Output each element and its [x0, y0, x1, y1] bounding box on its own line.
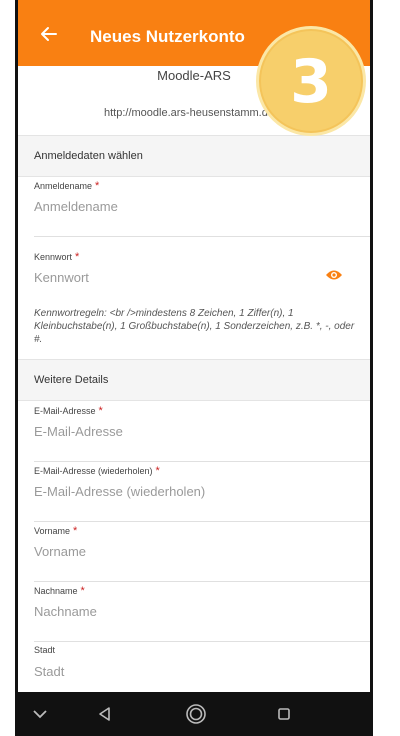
email-repeat-field[interactable]: E-Mail-Adresse (wiederholen) * E-Mail-Adr… [34, 461, 370, 522]
required-marker: * [73, 525, 78, 537]
eye-icon[interactable] [325, 269, 343, 281]
android-nav-bar [18, 692, 370, 736]
lastname-input[interactable]: Nachname [34, 604, 97, 619]
recents-square-icon[interactable] [274, 704, 294, 724]
username-label: Anmeldename * [34, 180, 100, 192]
email-repeat-input[interactable]: E-Mail-Adresse (wiederholen) [34, 484, 205, 499]
back-triangle-icon[interactable] [95, 704, 115, 724]
firstname-field[interactable]: Vorname * Vorname [34, 521, 370, 582]
section-login: Anmeldedaten wählen [18, 135, 370, 177]
left-frame [0, 0, 18, 736]
lastname-field[interactable]: Nachname * Nachname [34, 581, 370, 642]
email-field[interactable]: E-Mail-Adresse * E-Mail-Adresse [34, 401, 370, 462]
required-marker: * [80, 585, 85, 597]
password-input[interactable]: Kennwort [34, 270, 89, 285]
password-rules-hint: Kennwortregeln: <br />mindestens 8 Zeich… [34, 308, 355, 345]
page-title: Neues Nutzerkonto [90, 27, 245, 46]
lastname-label: Nachname * [34, 585, 85, 597]
chevron-down-icon[interactable] [30, 704, 50, 724]
city-label: Stadt [34, 645, 56, 655]
city-input[interactable]: Stadt [34, 664, 64, 679]
username-field[interactable]: Anmeldename * Anmeldename [34, 176, 370, 237]
section-details: Weitere Details [18, 359, 370, 401]
arrow-left-icon[interactable] [40, 25, 58, 43]
step-number: 3 [290, 47, 332, 117]
section-details-title: Weitere Details [34, 374, 109, 386]
username-input[interactable]: Anmeldename [34, 199, 118, 214]
required-marker: * [98, 405, 103, 417]
email-repeat-label: E-Mail-Adresse (wiederholen) * [34, 465, 160, 477]
home-circle-icon[interactable] [184, 702, 208, 726]
email-input[interactable]: E-Mail-Adresse [34, 424, 123, 439]
section-login-title: Anmeldedaten wählen [34, 150, 143, 162]
password-label: Kennwort * [34, 251, 80, 263]
right-frame [370, 0, 400, 736]
firstname-label: Vorname * [34, 525, 78, 537]
site-url: http://moodle.ars-heusenstamm.de [104, 107, 274, 119]
required-marker: * [75, 251, 80, 263]
password-field[interactable]: Kennwort * Kennwort [34, 247, 370, 307]
required-marker: * [95, 180, 100, 192]
email-label: E-Mail-Adresse * [34, 405, 103, 417]
step-number-badge: 3 [256, 26, 366, 136]
firstname-input[interactable]: Vorname [34, 544, 86, 559]
required-marker: * [155, 465, 160, 477]
